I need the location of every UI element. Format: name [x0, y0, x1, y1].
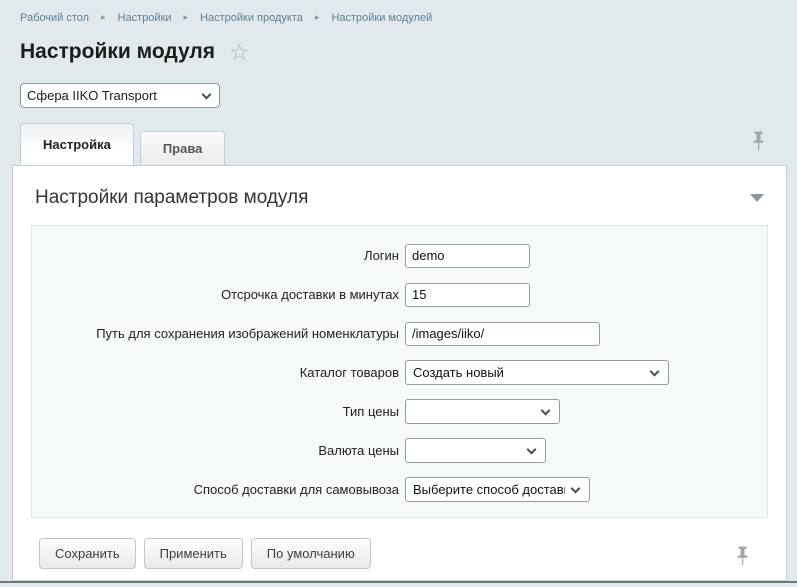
- breadcrumb-link[interactable]: Настройки продукта: [200, 12, 303, 24]
- form-row: Тип цены: [32, 392, 767, 431]
- section-header: Настройки параметров модуля: [13, 166, 786, 225]
- select-value: Создать новый: [413, 365, 504, 380]
- breadcrumb-separator-icon: ▸: [315, 12, 320, 22]
- field-select-price-type[interactable]: [405, 399, 560, 424]
- breadcrumb: Рабочий стол ▸ Настройки ▸ Настройки продукт…: [20, 12, 432, 24]
- chevron-down-icon: [527, 444, 537, 454]
- chevron-down-icon: [541, 405, 551, 415]
- select-value: Выберите способ доставки: [413, 482, 565, 497]
- field-label-nomenclature-images-path: Путь для сохранения изображений номенкла…: [32, 326, 405, 341]
- chevron-down-icon: [650, 366, 660, 376]
- tab-settings[interactable]: Настройка: [20, 123, 134, 165]
- breadcrumb-link[interactable]: Рабочий стол: [20, 12, 89, 24]
- chevron-down-icon: [571, 483, 581, 493]
- field-select-price-currency[interactable]: [405, 438, 546, 463]
- breadcrumb-separator-icon: ▸: [101, 12, 106, 22]
- section-title: Настройки параметров модуля: [35, 187, 764, 209]
- field-label-product-catalog: Каталог товаров: [32, 365, 405, 380]
- default-button[interactable]: По умолчанию: [251, 538, 371, 569]
- form-row: Логин: [32, 236, 767, 275]
- module-select-wrap: Сфера IIKO Transport: [20, 83, 220, 108]
- content-panel: Настройки параметров модуля Логин Отсрочк…: [12, 165, 787, 581]
- field-input-login[interactable]: [405, 244, 530, 268]
- field-input-delivery-delay-minutes[interactable]: [405, 283, 530, 307]
- field-label-login: Логин: [32, 248, 405, 263]
- field-label-price-type: Тип цены: [32, 404, 405, 419]
- field-select-pickup-delivery-method[interactable]: Выберите способ доставки: [405, 477, 590, 502]
- tab-settings-label: Настройка: [43, 137, 111, 152]
- form-row: Каталог товаров Создать новый: [32, 353, 767, 392]
- collapse-arrow-icon[interactable]: [750, 194, 764, 202]
- form-row: Валюта цены: [32, 431, 767, 470]
- form-row: Отсрочка доставки в минутах: [32, 275, 767, 314]
- module-select[interactable]: Сфера IIKO Transport: [20, 83, 220, 108]
- form-rows: Логин Отсрочка доставки в минутах Путь для…: [32, 236, 767, 509]
- save-button[interactable]: Сохранить: [39, 538, 136, 569]
- button-bar: Сохранить Применить По умолчанию: [13, 526, 786, 580]
- tab-rights[interactable]: Права: [140, 131, 226, 165]
- tabs: Настройка Права: [20, 123, 797, 165]
- field-label-delivery-delay-minutes: Отсрочка доставки в минутах: [32, 287, 405, 302]
- field-label-pickup-delivery-method: Способ доставки для самовывоза: [32, 482, 405, 497]
- breadcrumb-link[interactable]: Настройки модулей: [331, 12, 432, 24]
- page-title: Настройки модуля: [20, 40, 215, 64]
- field-select-product-catalog[interactable]: Создать новый: [405, 360, 669, 385]
- pin-icon-bottom[interactable]: [734, 546, 751, 567]
- apply-button[interactable]: Применить: [144, 538, 243, 569]
- form-row: Способ доставки для самовывоза Выберите с…: [32, 470, 767, 509]
- pin-icon-top[interactable]: [750, 131, 767, 152]
- window-bottom-edge: [0, 581, 797, 583]
- tab-rights-label: Права: [163, 141, 203, 156]
- favorite-star-icon[interactable]: ☆: [229, 41, 250, 64]
- field-label-price-currency: Валюта цены: [32, 443, 405, 458]
- form-row: Путь для сохранения изображений номенкла…: [32, 314, 767, 353]
- breadcrumb-link[interactable]: Настройки: [118, 12, 172, 24]
- title-row: Настройки модуля ☆: [20, 40, 250, 64]
- form-panel: Логин Отсрочка доставки в минутах Путь для…: [31, 225, 768, 518]
- field-input-nomenclature-images-path[interactable]: [405, 322, 600, 346]
- breadcrumb-separator-icon: ▸: [184, 12, 189, 22]
